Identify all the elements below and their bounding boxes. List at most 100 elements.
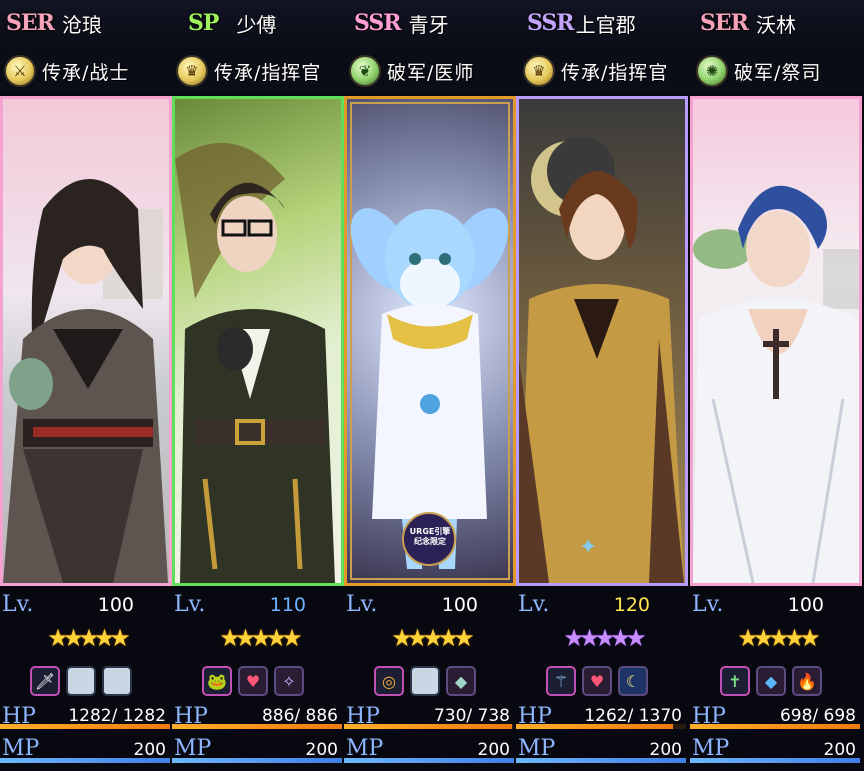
- mp-bar-fill: [344, 758, 514, 763]
- char-5-illustration: [693, 185, 859, 583]
- mp-value: 200: [649, 740, 682, 760]
- hp-value: 730/ 738: [433, 706, 510, 726]
- mp-bar-fill: [172, 758, 342, 763]
- char-5-class: 破军/祭司: [734, 61, 822, 84]
- hp-bar: [516, 724, 686, 729]
- equipment-slots: ⚚ ♥ ☾: [546, 666, 648, 696]
- equipment-slots: ◎ ◆: [374, 666, 476, 696]
- star-rating: ★ ★ ★ ★ ★: [560, 626, 650, 654]
- light-item-icon[interactable]: ✧: [274, 666, 304, 696]
- level-value: 120: [613, 594, 650, 616]
- level-label: Lv.: [2, 592, 34, 617]
- char-1-name-cell[interactable]: SER 沧琅: [6, 6, 102, 40]
- hp-bar-fill: [516, 724, 673, 729]
- equipment-slots: ✝ ◆ 🔥: [720, 666, 822, 696]
- char-3-portrait[interactable]: URGE引擎 纪念限定: [344, 96, 516, 586]
- hp-value: 698/ 698: [779, 706, 856, 726]
- char-1-class: 传承/战士: [42, 61, 130, 84]
- char-1-illustration: [3, 179, 168, 583]
- empty-slot[interactable]: [66, 666, 96, 696]
- empty-slot[interactable]: [102, 666, 132, 696]
- char-4-portrait[interactable]: ✦: [516, 96, 688, 586]
- level-value: 100: [441, 594, 478, 616]
- heart-gem-icon[interactable]: ♥: [582, 666, 612, 696]
- star-icon: ★: [453, 624, 475, 652]
- mp-bar-fill: [516, 758, 686, 763]
- mp-bar: [690, 758, 860, 763]
- char-4-stats: Lv. 120 ★ ★ ★ ★ ★ ⚚ ♥ ☾ HP 1262/ 1370 MP 200: [516, 586, 688, 771]
- char-1-name: 沧琅: [61, 12, 102, 37]
- char-1-stats: Lv. 100 ★ ★ ★ ★ ★ 🗡 HP 1282/ 1282 MP 200: [0, 586, 172, 771]
- mp-row: MP 200: [690, 736, 862, 761]
- ring-item-icon[interactable]: ◎: [374, 666, 404, 696]
- hp-bar-fill: [172, 724, 342, 729]
- healer-leaf-icon: ❦: [349, 55, 381, 87]
- svg-text:✦: ✦: [579, 535, 597, 560]
- star-icon: ★: [799, 624, 821, 652]
- char-2-stats: Lv. 110 ★ ★ ★ ★ ★ 🐸 ♥ ✧ HP 886/ 886 MP 200: [172, 586, 344, 771]
- flame-item-icon[interactable]: 🔥: [792, 666, 822, 696]
- staff-item-icon[interactable]: ⚚: [546, 666, 576, 696]
- char-5-class-cell: ✺ 破军/祭司: [696, 54, 821, 88]
- char-1-portrait[interactable]: [0, 96, 172, 586]
- star-rating: ★ ★ ★ ★ ★: [216, 626, 306, 654]
- char-4-name-cell[interactable]: SSR 上官郡: [527, 6, 636, 40]
- mp-bar: [172, 758, 342, 763]
- mp-value: 200: [305, 740, 338, 760]
- hp-bar: [344, 724, 514, 729]
- level-label: Lv.: [174, 592, 206, 617]
- mp-value: 200: [823, 740, 856, 760]
- char-3-name-cell[interactable]: SSR 青牙: [354, 6, 449, 40]
- char-2-portrait[interactable]: [172, 96, 344, 586]
- char-4-rarity: SSR: [527, 10, 575, 36]
- blue-gem-icon[interactable]: ◆: [756, 666, 786, 696]
- level-label: Lv.: [346, 592, 378, 617]
- hp-value: 1262/ 1370: [584, 706, 682, 726]
- star-rating: ★ ★ ★ ★ ★: [388, 626, 478, 654]
- char-4-name: 上官郡: [575, 12, 636, 37]
- char-3-class: 破军/医师: [387, 61, 475, 84]
- commander-crown-icon: ♛: [176, 55, 208, 87]
- level-value: 110: [269, 594, 306, 616]
- char-5-portrait[interactable]: [690, 96, 862, 586]
- cross-item-icon[interactable]: ✝: [720, 666, 750, 696]
- heart-gem-icon[interactable]: ♥: [238, 666, 268, 696]
- frog-item-icon[interactable]: 🐸: [202, 666, 232, 696]
- mp-bar-fill: [690, 758, 860, 763]
- hp-bar: [172, 724, 342, 729]
- char-2-name-cell[interactable]: SP 少傅: [188, 6, 276, 40]
- char-1-class-cell: ⚔ 传承/战士: [4, 54, 129, 88]
- mp-bar: [516, 758, 686, 763]
- moon-item-icon[interactable]: ☾: [618, 666, 648, 696]
- sword-item-icon[interactable]: 🗡: [30, 666, 60, 696]
- commander-crown-icon: ♛: [523, 55, 555, 87]
- char-2-class: 传承/指挥官: [214, 61, 322, 84]
- char-3-class-cell: ❦ 破军/医师: [349, 54, 474, 88]
- equipment-slots: 🗡: [30, 666, 132, 696]
- commemorative-badge-text: URGE引擎 纪念限定: [409, 527, 451, 546]
- char-3-rarity: SSR: [354, 10, 402, 36]
- mp-row: MP 200: [172, 736, 344, 761]
- char-4-class-cell: ♛ 传承/指挥官: [523, 54, 668, 88]
- char-3-illustration: [350, 102, 510, 580]
- star-icon: ★: [625, 624, 647, 652]
- hp-bar-fill: [0, 724, 170, 729]
- char-5-stats: Lv. 100 ★ ★ ★ ★ ★ ✝ ◆ 🔥 HP 698/ 698 MP 200: [690, 586, 862, 771]
- mp-bar: [0, 758, 170, 763]
- character-name-row: SER 沧琅 SP 少傅 SSR 青牙 SSR 上官郡 SER 沃林: [0, 0, 864, 49]
- char-3-name: 青牙: [408, 12, 449, 37]
- char-4-class: 传承/指挥官: [561, 61, 669, 84]
- mp-row: MP 200: [516, 736, 688, 761]
- star-icon: ★: [281, 624, 303, 652]
- priest-seal-icon: ✺: [696, 55, 728, 87]
- hp-value: 886/ 886: [261, 706, 338, 726]
- char-4-illustration: ✦: [519, 137, 684, 583]
- hp-bar-fill: [344, 724, 513, 729]
- star-rating: ★ ★ ★ ★ ★: [734, 626, 824, 654]
- mp-bar-fill: [0, 758, 170, 763]
- char-5-name-cell[interactable]: SER 沃林: [700, 6, 796, 40]
- empty-slot[interactable]: [410, 666, 440, 696]
- character-class-row: ⚔ 传承/战士 ♛ 传承/指挥官 ❦ 破军/医师 ♛ 传承/指挥官 ✺ 破军/祭…: [0, 48, 864, 94]
- crystal-item-icon[interactable]: ◆: [446, 666, 476, 696]
- star-rating: ★ ★ ★ ★ ★: [44, 626, 134, 654]
